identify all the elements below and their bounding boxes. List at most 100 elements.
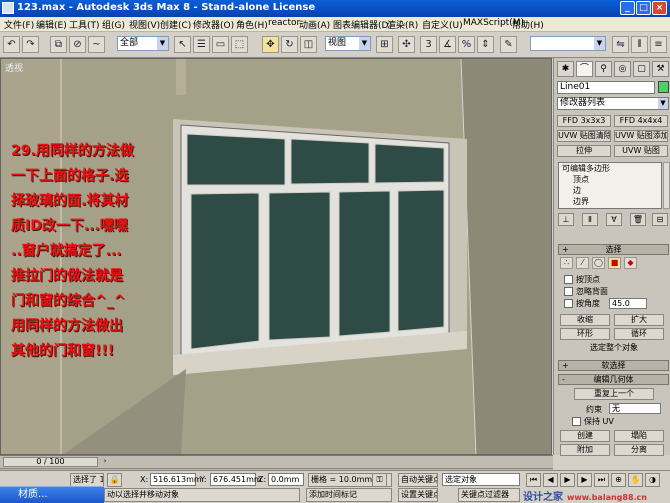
layer-manager-icon[interactable]: ≡	[650, 36, 667, 53]
menu-graph-editors[interactable]: 图表编辑器(D)	[333, 18, 392, 31]
undo-icon[interactable]: ↶	[3, 36, 20, 53]
angle-snap-icon[interactable]: ∡	[439, 36, 456, 53]
select-object-icon[interactable]: ↖	[174, 36, 191, 53]
selection-lock-icon[interactable]: 🔒	[107, 473, 122, 487]
create-button[interactable]: 创建	[560, 430, 610, 442]
polygon-subobject-icon[interactable]: ■	[608, 257, 621, 269]
taskbar-material-editor[interactable]: 材质...	[0, 486, 104, 503]
maximize-button[interactable]: □	[636, 1, 651, 15]
select-by-name-icon[interactable]: ☰	[193, 36, 210, 53]
object-name-field[interactable]: Line01	[557, 81, 655, 94]
next-frame-icon[interactable]: ▶	[577, 473, 592, 487]
create-tab-icon[interactable]: ✱	[557, 61, 574, 77]
edit-geometry-rollout-header[interactable]: - 编辑几何体	[558, 374, 669, 385]
menu-help[interactable]: 帮助(H)	[512, 18, 544, 31]
angle-spinner[interactable]: 45.0	[609, 298, 647, 309]
add-time-tag[interactable]: 添加时间标记	[306, 488, 392, 502]
menu-group[interactable]: 组(G)	[102, 18, 125, 31]
collapse-button[interactable]: 塌陷	[614, 430, 664, 442]
stack-item-vertex[interactable]: 顶点	[559, 174, 661, 185]
spinner-snap-icon[interactable]: ⇕	[477, 36, 494, 53]
y-coordinate-field[interactable]: 676.451mm	[210, 473, 262, 486]
modify-tab-icon[interactable]: ⌒	[576, 61, 593, 77]
shrink-button[interactable]: 收缩	[560, 314, 610, 326]
zoom-icon[interactable]: ⊕	[611, 473, 626, 487]
edge-subobject-icon[interactable]: ⁄	[576, 257, 589, 269]
key-filter-dropdown[interactable]: 选定对象	[442, 473, 520, 486]
menu-file[interactable]: 文件(F)	[4, 18, 34, 31]
menu-animation[interactable]: 动画(A)	[299, 18, 330, 31]
vertex-subobject-icon[interactable]: ∴	[560, 257, 573, 269]
time-slider[interactable]: 0 / 100	[3, 457, 98, 467]
select-scale-icon[interactable]: ◫	[300, 36, 317, 53]
set-key-button[interactable]: 设置关键点	[398, 488, 438, 502]
pin-stack-icon[interactable]: ⊥	[558, 213, 574, 226]
menu-tools[interactable]: 工具(T)	[69, 18, 100, 31]
element-subobject-icon[interactable]: ◆	[624, 257, 637, 269]
stack-item-editable-poly[interactable]: 可编辑多边形	[559, 163, 661, 174]
key-icon[interactable]: ⚿	[372, 473, 387, 487]
reference-coord-dropdown[interactable]: 视图 ▼	[325, 36, 371, 51]
redo-icon[interactable]: ↷	[22, 36, 39, 53]
mirror-icon[interactable]: ⇋	[612, 36, 629, 53]
pivot-center-icon[interactable]: ⊞	[376, 36, 393, 53]
align-icon[interactable]: ⫴	[631, 36, 648, 53]
time-next-icon[interactable]: ›	[100, 457, 110, 467]
selection-rollout-header[interactable]: + 选择	[558, 244, 669, 255]
menu-create[interactable]: 创建(C)	[160, 18, 191, 31]
menu-views[interactable]: 视图(V)	[129, 18, 160, 31]
uvw-map-button[interactable]: UVW 贴图	[614, 145, 668, 157]
hierarchy-tab-icon[interactable]: ⚲	[595, 61, 612, 77]
bind-spacewarp-icon[interactable]: ~	[88, 36, 105, 53]
perspective-viewport[interactable]: 透视 29.用同样的方法做 一下上面的格子.选 择玻璃的面.将其材 质ID改一下…	[0, 58, 552, 455]
border-subobject-icon[interactable]: ◯	[592, 257, 605, 269]
auto-key-button[interactable]: 自动关键点	[398, 473, 438, 487]
by-angle-checkbox[interactable]	[564, 299, 573, 308]
menu-edit[interactable]: 编辑(E)	[36, 18, 67, 31]
stack-scrollbar[interactable]	[663, 162, 670, 209]
x-coordinate-field[interactable]: 516.613mm	[150, 473, 202, 486]
link-icon[interactable]: ⧉	[50, 36, 67, 53]
utilities-tab-icon[interactable]: ⚒	[652, 61, 669, 77]
attach-button[interactable]: 附加	[560, 444, 610, 456]
prev-frame-icon[interactable]: ◀	[543, 473, 558, 487]
percent-snap-icon[interactable]: %	[458, 36, 475, 53]
make-unique-icon[interactable]: ∀	[606, 213, 622, 226]
stack-item-edge[interactable]: 边	[559, 185, 661, 196]
unlink-icon[interactable]: ⊘	[69, 36, 86, 53]
named-selection-icon[interactable]: ✎	[500, 36, 517, 53]
select-rotate-icon[interactable]: ↻	[281, 36, 298, 53]
window-crossing-icon[interactable]: ⬚	[231, 36, 248, 53]
preserve-uv-checkbox[interactable]	[572, 417, 581, 426]
goto-start-icon[interactable]: ⏮	[526, 473, 541, 487]
menu-modifiers[interactable]: 修改器(O)	[193, 18, 234, 31]
extrude-button[interactable]: 拉伸	[557, 145, 611, 157]
repeat-last-button[interactable]: 重复上一个	[574, 388, 654, 400]
ignore-backfacing-checkbox[interactable]	[564, 287, 573, 296]
remove-modifier-icon[interactable]: 🗑	[630, 213, 646, 226]
detach-button[interactable]: 分离	[614, 444, 664, 456]
by-vertex-checkbox[interactable]	[564, 275, 573, 284]
configure-sets-icon[interactable]: ⊟	[652, 213, 668, 226]
ffd-4x4x4-button[interactable]: FFD 4x4x4	[614, 115, 668, 127]
play-icon[interactable]: ▶	[560, 473, 575, 487]
menu-reactor[interactable]: reactor	[268, 18, 300, 28]
constraint-dropdown[interactable]: 无	[609, 403, 661, 414]
viewport-label[interactable]: 透视	[5, 61, 23, 74]
object-color-swatch[interactable]	[658, 81, 669, 93]
selection-filter-dropdown[interactable]: 全部 ▼	[117, 36, 169, 51]
stack-item-border[interactable]: 边界	[559, 196, 661, 207]
menu-customize[interactable]: 自定义(U)	[422, 18, 463, 31]
show-end-result-icon[interactable]: Ⅱ	[582, 213, 598, 226]
soft-selection-rollout-header[interactable]: + 软选择	[558, 360, 669, 371]
rect-selection-icon[interactable]: ▭	[212, 36, 229, 53]
select-move-icon[interactable]: ✥	[262, 36, 279, 53]
grow-button[interactable]: 扩大	[614, 314, 664, 326]
close-button[interactable]: ×	[652, 1, 667, 15]
motion-tab-icon[interactable]: ◎	[614, 61, 631, 77]
minimize-button[interactable]: _	[620, 1, 635, 15]
key-filters-button[interactable]: 关键点过滤器	[458, 488, 520, 502]
pan-icon[interactable]: ✋	[628, 473, 643, 487]
menu-rendering[interactable]: 渲染(R)	[387, 18, 418, 31]
menu-character[interactable]: 角色(H)	[236, 18, 268, 31]
